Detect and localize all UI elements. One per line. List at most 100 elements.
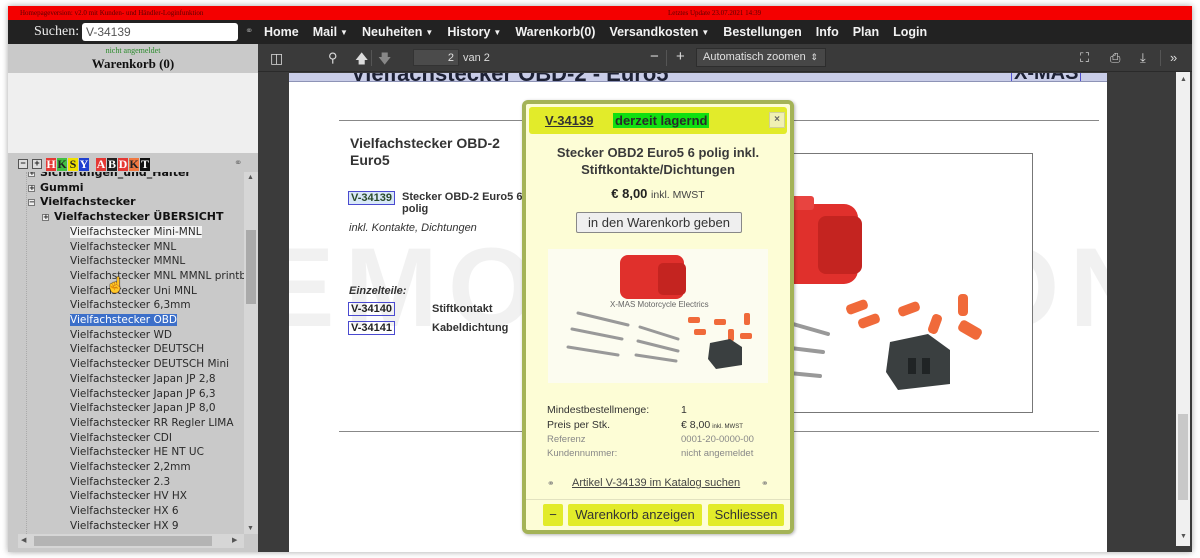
search-icon[interactable]: ⚲ [328,50,338,66]
letter-filter-k[interactable]: K [129,157,139,171]
nav-item-history[interactable]: History ▼ [447,25,501,39]
add-to-cart-button[interactable]: in den Warenkorb geben [576,212,742,233]
catalog-search-link[interactable]: Artikel V-34139 im Katalog suchen [572,477,740,489]
expand-icon[interactable]: + [42,214,49,222]
brand-badge: X-MAS [1011,73,1082,81]
expand-icon[interactable]: + [28,172,35,177]
tree-item-label: Gummi [40,180,84,194]
scroll-down-icon[interactable]: ▼ [1180,533,1187,540]
letter-filter-h[interactable]: H [46,157,56,171]
nav-item-bestellungen[interactable]: Bestellungen [723,25,802,39]
divider [526,499,790,500]
tree-item[interactable]: Vielfachstecker HX 9 [70,519,179,534]
tree-vertical-scrollbar[interactable]: ▲ ▼ [244,172,258,534]
tree-item[interactable]: Vielfachstecker RR Regler LIMA [70,416,234,431]
previous-page-icon[interactable]: 🡅 [355,50,368,72]
letter-filter-b[interactable]: B [107,157,117,171]
nav-item-neuheiten[interactable]: Neuheiten ▼ [362,25,433,39]
download-icon[interactable]: ⤓ [1140,50,1146,66]
page-number-input[interactable] [413,49,459,66]
image-caption: X-MAS Motorcycle Electrics [610,300,709,309]
cart-title[interactable]: Warenkorb (0) [8,56,258,72]
collapse-icon[interactable]: − [28,199,35,207]
tree-item[interactable]: Vielfachstecker 6,3mm [70,298,191,313]
letter-filter-d[interactable]: D [118,157,128,171]
tree-item[interactable]: Vielfachstecker Mini-MNL [70,225,202,240]
tree-item[interactable]: Vielfachstecker DEUTSCH Mini [70,357,229,372]
close-icon[interactable]: × [769,112,785,128]
part-code[interactable]: V-34141 [348,321,395,335]
sidebar-toggle-icon[interactable]: ◫ [270,50,283,67]
main-article-code[interactable]: V-34139 [348,188,395,206]
tree-item[interactable]: Vielfachstecker Japan JP 6,3 [70,387,216,402]
scroll-up-icon[interactable]: ▲ [247,174,254,181]
tree-item[interactable]: Vielfachstecker OBD [70,313,177,328]
letter-filter-k[interactable]: K [57,157,67,171]
nav-item-warenkorb-0[interactable]: Warenkorb(0) [515,25,595,39]
zoom-out-icon[interactable]: − [650,48,659,65]
scroll-thumb[interactable] [1178,414,1188,500]
show-cart-button[interactable]: Warenkorb anzeigen [568,504,702,526]
collapse-all-button[interactable]: − [18,159,28,169]
tree-item[interactable]: Vielfachstecker MMNL [70,254,185,269]
cart-box [8,73,258,153]
scroll-right-icon[interactable]: ▶ [232,536,237,544]
more-tools-icon[interactable]: » [1170,50,1177,65]
nav-item-mail[interactable]: Mail ▼ [313,25,348,39]
tree-item-label: Vielfachstecker OBD [70,314,177,326]
tree-item[interactable]: + Gummi [28,181,84,196]
zoom-select[interactable]: Automatisch zoomen ⇕ [696,48,826,67]
tree-item[interactable]: + Sicherungen_und_Halter [28,172,191,181]
tree-item[interactable]: Vielfachstecker 2,2mm [70,460,191,475]
tree-item[interactable]: + Vielfachstecker ÜBERSICHT [42,210,224,225]
page-scrollbar[interactable]: ▲ ▼ [1176,72,1190,546]
expand-icon[interactable]: + [28,184,35,192]
link-icon[interactable]: ⚭ [245,26,253,37]
tree-item[interactable]: Vielfachstecker Japan JP 8,0 [70,401,216,416]
scroll-left-icon[interactable]: ◀ [21,536,26,544]
nav-item-label: History [447,25,491,39]
tree-item[interactable]: Vielfachstecker CDI [70,431,172,446]
letter-filter-s[interactable]: S [68,157,78,171]
scroll-thumb[interactable] [246,230,256,304]
part-row: V-34140 Stiftkontakt [348,302,493,316]
tree-item[interactable]: Vielfachstecker Japan JP 2,8 [70,372,216,387]
tree-item[interactable]: Vielfachstecker HV HX [70,489,187,504]
print-icon[interactable]: ⎙ [1110,50,1120,66]
tree-horizontal-scrollbar[interactable]: ◀ ▶ [18,534,244,548]
fullscreen-icon[interactable]: ⛶ [1080,50,1089,66]
detail-row: Mindestbestellmenge: 1 [547,404,777,419]
nav-item-versandkosten[interactable]: Versandkosten ▼ [609,25,709,39]
letter-filter-y[interactable]: Y [79,157,89,171]
nav-item-plan[interactable]: Plan [853,25,879,39]
letter-filter-a[interactable]: A [96,157,106,171]
tree-item[interactable]: Vielfachstecker DEUTSCH [70,342,204,357]
tree-item[interactable]: Vielfachstecker HX 6 [70,504,179,519]
nav-item-home[interactable]: Home [264,25,299,39]
next-page-icon[interactable]: 🡇 [378,50,391,72]
letter-filter-t[interactable]: T [140,157,150,171]
search-input[interactable] [82,23,238,41]
scroll-down-icon[interactable]: ▼ [247,525,254,532]
link-icon[interactable]: ⚭ [234,158,242,169]
tree-item[interactable]: Vielfachstecker MNL MMNL printb [70,269,246,284]
part-code[interactable]: V-34140 [348,302,395,316]
tree-item[interactable]: − Vielfachstecker [28,195,136,210]
tree-item-label: Vielfachstecker HE NT UC [70,446,204,459]
zoom-in-icon[interactable]: + [676,48,685,65]
expand-all-button[interactable]: + [32,159,42,169]
minimize-button[interactable]: − [543,504,563,526]
tree-item[interactable]: Vielfachstecker WD [70,328,172,343]
product-title: Vielfachstecker OBD-2 Euro5 [350,135,500,168]
tree-item[interactable]: Vielfachstecker Uni MNL [70,284,197,299]
tree-item[interactable]: Vielfachstecker MNL [70,240,176,255]
scroll-thumb[interactable] [34,536,212,546]
nav-item-login[interactable]: Login [893,25,927,39]
nav-item-info[interactable]: Info [816,25,839,39]
close-popup-button[interactable]: Schliessen [708,504,784,526]
popup-article-code[interactable]: V-34139 [545,113,593,128]
toolbar-separator [666,50,667,66]
tree-item[interactable]: Vielfachstecker HE NT UC [70,445,204,460]
tree-item[interactable]: Vielfachstecker 2.3 [70,475,170,490]
scroll-up-icon[interactable]: ▲ [1180,76,1187,83]
